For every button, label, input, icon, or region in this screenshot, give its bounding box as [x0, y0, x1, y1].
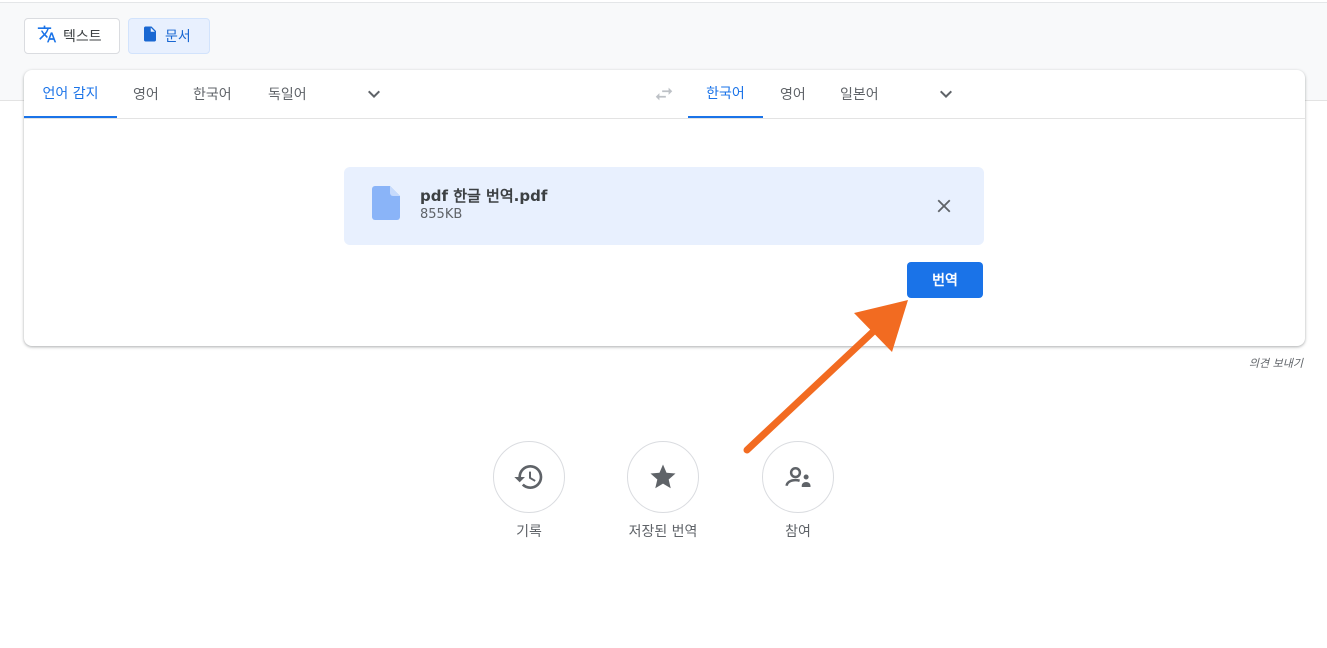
history-action: 기록: [474, 441, 584, 541]
target-lang-english[interactable]: 영어: [780, 70, 806, 118]
file-name: pdf 한글 번역.pdf: [420, 187, 548, 205]
saved-translations-button[interactable]: [627, 441, 699, 513]
community-button[interactable]: [762, 441, 834, 513]
history-button[interactable]: [493, 441, 565, 513]
source-lang-german[interactable]: 독일어: [268, 70, 307, 118]
remove-file-button[interactable]: [930, 192, 958, 220]
star-icon: [650, 464, 676, 489]
source-lang-detect[interactable]: 언어 감지: [24, 70, 117, 118]
swap-arrows-icon: [655, 87, 673, 101]
translate-icon: [37, 24, 57, 48]
history-label: 기록: [516, 524, 542, 540]
chevron-down-icon: [940, 90, 952, 98]
community-icon: [785, 466, 811, 487]
text-mode-label: 텍스트: [63, 29, 102, 45]
target-lang-japanese[interactable]: 일본어: [840, 70, 879, 118]
saved-translations-label: 저장된 번역: [628, 524, 698, 540]
language-bar: 언어 감지 영어 한국어 독일어 한국어 영어 일본어: [24, 70, 1305, 119]
translate-card: 언어 감지 영어 한국어 독일어 한국어 영어 일본어 pdf 한글 번역.pd…: [24, 70, 1305, 346]
chevron-down-icon: [368, 90, 380, 98]
document-mode-label: 문서: [165, 29, 191, 45]
saved-action: 저장된 번역: [608, 441, 718, 541]
source-lang-english[interactable]: 영어: [133, 70, 159, 118]
document-mode-button[interactable]: 문서: [128, 18, 210, 54]
community-label: 참여: [785, 524, 811, 540]
close-icon: [937, 199, 951, 213]
source-lang-korean[interactable]: 한국어: [193, 70, 232, 118]
target-lang-more-button[interactable]: [934, 82, 958, 106]
uploaded-file: pdf 한글 번역.pdf 855KB: [344, 167, 984, 245]
source-lang-more-button[interactable]: [362, 82, 386, 106]
document-icon: [141, 25, 159, 47]
translate-button[interactable]: 번역: [907, 262, 983, 298]
file-size: 855KB: [420, 207, 463, 222]
text-mode-button[interactable]: 텍스트: [24, 18, 120, 54]
target-lang-korean[interactable]: 한국어: [688, 70, 763, 118]
community-action: 참여: [743, 441, 853, 541]
file-icon: [372, 186, 400, 220]
history-icon: [514, 465, 543, 489]
feedback-link[interactable]: 의견 보내기: [1249, 355, 1303, 371]
swap-languages-button[interactable]: [652, 82, 676, 106]
